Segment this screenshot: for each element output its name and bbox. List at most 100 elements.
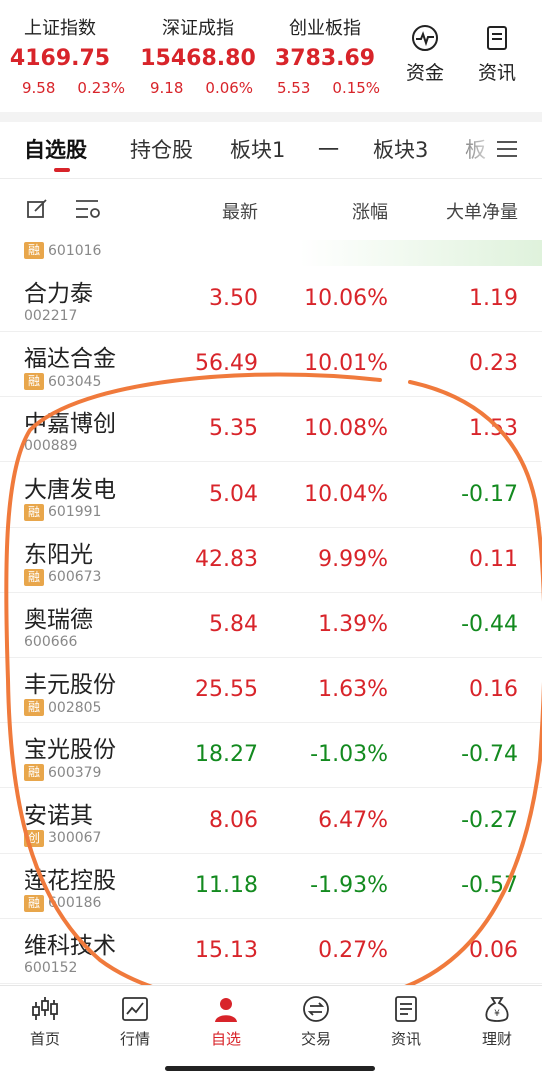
exchange-icon (303, 996, 329, 1022)
person-icon (215, 998, 237, 1022)
nav-wealth[interactable]: ¥ 理财 (457, 994, 537, 1049)
settings-list-icon[interactable] (74, 198, 102, 222)
tabs-fade (440, 122, 500, 178)
stock-net-volume: 1.53 (469, 416, 518, 442)
stock-code: 002217 (24, 308, 78, 324)
nav-trade[interactable]: 交易 (276, 994, 356, 1049)
stock-change-pct: 6.47% (318, 807, 388, 833)
stock-price: 42.83 (195, 546, 258, 572)
stock-code: 600673 (48, 569, 102, 586)
stock-net-volume: -0.74 (461, 742, 518, 768)
candlestick-icon (32, 997, 58, 1020)
stock-code: 601016 (48, 242, 102, 259)
stock-price: 8.06 (209, 807, 258, 833)
money-bag-icon: ¥ (485, 997, 509, 1022)
tab-sector-1[interactable]: 板块1 (230, 134, 285, 164)
stock-price: 15.13 (195, 938, 258, 963)
table-row[interactable]: 维科技术 600152 15.13 0.27% 0.06 (0, 918, 542, 984)
stock-price: 5.35 (209, 416, 258, 442)
pulse-icon (412, 25, 438, 51)
document-icon (395, 996, 417, 1022)
stock-name: 维科技术 (24, 933, 116, 959)
watchlist-tabs: 自选股 持仓股 板块1 一 板块3 板 (0, 122, 542, 178)
nav-label: 自选 (210, 1030, 241, 1048)
nav-label: 理财 (481, 1030, 512, 1048)
margin-badge: 融 (24, 503, 44, 521)
nav-label: 交易 (300, 1030, 331, 1048)
svg-text:¥: ¥ (494, 1009, 500, 1019)
margin-badge: 融 (24, 568, 44, 586)
table-row[interactable]: 丰元股份融 002805 25.55 1.63% 0.16 (0, 657, 542, 724)
stock-price: 5.04 (209, 481, 258, 507)
stock-net-volume: -0.17 (461, 481, 518, 507)
index-name: 创业板指 (289, 18, 361, 39)
stock-net-volume: -0.44 (461, 612, 518, 637)
table-row[interactable]: 安诺其创 300067 8.06 6.47% -0.27 (0, 788, 542, 854)
index-chinext[interactable]: 创业板指 3783.69 5.53 0.15% (265, 14, 395, 97)
partial-row[interactable]: 融 601016 (0, 240, 542, 266)
edit-icon[interactable] (26, 198, 48, 220)
column-header: 最新 涨幅 大单净量 (0, 180, 542, 240)
stock-price: 3.50 (209, 286, 258, 311)
news-button[interactable]: 资讯 (472, 24, 522, 85)
index-name: 深证成指 (162, 18, 234, 39)
stock-net-volume: -0.27 (461, 807, 518, 833)
nav-market[interactable]: 行情 (95, 994, 175, 1049)
nav-news[interactable]: 资讯 (366, 994, 446, 1049)
index-shenzhen[interactable]: 深证成指 15468.80 9.18 0.06% (128, 14, 258, 97)
active-tab-indicator (54, 168, 70, 172)
menu-icon[interactable] (494, 136, 520, 162)
stock-code: 002805 (48, 699, 102, 716)
stock-name: 大唐发电 (24, 476, 116, 503)
home-indicator[interactable] (165, 1066, 375, 1071)
table-row[interactable]: 莲花控股融 600186 11.18 -1.93% -0.57 (0, 853, 542, 919)
index-shanghai[interactable]: 上证指数 4169.75 9.58 0.23% (0, 14, 130, 97)
table-row[interactable]: 福达合金融 603045 56.49 10.01% 0.23 (0, 331, 542, 398)
stock-change-pct: 10.06% (304, 286, 388, 311)
tab-sector-3[interactable]: 板块3 (373, 134, 428, 164)
nav-home[interactable]: 首页 (5, 994, 85, 1049)
chart-icon (122, 997, 148, 1021)
table-row[interactable]: 奥瑞德 600666 5.84 1.39% -0.44 (0, 592, 542, 658)
nav-label: 行情 (119, 1030, 150, 1048)
table-row[interactable]: 宝光股份融 600379 18.27 -1.03% -0.74 (0, 722, 542, 789)
index-value: 3783.69 (274, 46, 376, 71)
stock-price: 11.18 (195, 872, 258, 898)
tab-sector-2[interactable]: 一 (318, 134, 339, 164)
stock-change-pct: 0.27% (318, 938, 388, 963)
stock-name: 丰元股份 (24, 672, 116, 699)
stock-name: 东阳光 (24, 541, 93, 568)
stock-code: 603045 (48, 373, 102, 390)
stock-name: 合力泰 (24, 281, 93, 307)
column-latest[interactable]: 最新 (222, 198, 258, 224)
stock-code: 600152 (24, 960, 78, 976)
highlight-band (300, 240, 542, 266)
table-row[interactable]: 中嘉博创 000889 5.35 10.08% 1.53 (0, 396, 542, 463)
stock-change-pct: 10.01% (304, 351, 388, 377)
index-name: 上证指数 (24, 18, 96, 39)
column-change[interactable]: 涨幅 (352, 198, 388, 224)
funds-label: 资金 (405, 62, 444, 84)
news-label: 资讯 (477, 62, 516, 84)
stock-net-volume: 0.23 (469, 351, 518, 377)
column-net-volume[interactable]: 大单净量 (446, 198, 518, 224)
nav-label: 资讯 (390, 1030, 421, 1048)
tab-holdings[interactable]: 持仓股 (130, 134, 193, 164)
index-value: 4169.75 (9, 46, 111, 71)
stock-code: 600186 (48, 895, 102, 912)
margin-badge: 融 (24, 699, 44, 717)
stock-list[interactable]: 融 601016 合力泰 002217 3.50 10.06% 1.19 福达合金融 603… (0, 240, 542, 985)
stock-change-pct: 1.63% (318, 677, 388, 703)
stock-net-volume: 0.16 (469, 677, 518, 703)
nav-watchlist[interactable]: 自选 (186, 994, 266, 1049)
stock-change-pct: 10.08% (304, 416, 388, 442)
index-pct: 0.15% (332, 79, 381, 97)
table-row[interactable]: 合力泰 002217 3.50 10.06% 1.19 (0, 266, 542, 332)
stock-change-pct: -1.03% (310, 742, 388, 768)
table-row[interactable]: 东阳光融 600673 42.83 9.99% 0.11 (0, 527, 542, 593)
stock-name: 安诺其 (24, 802, 93, 829)
funds-button[interactable]: 资金 (400, 24, 450, 85)
stock-code: 600666 (24, 634, 78, 650)
tab-watchlist[interactable]: 自选股 (24, 134, 87, 164)
table-row[interactable]: 大唐发电融 601991 5.04 10.04% -0.17 (0, 462, 542, 528)
